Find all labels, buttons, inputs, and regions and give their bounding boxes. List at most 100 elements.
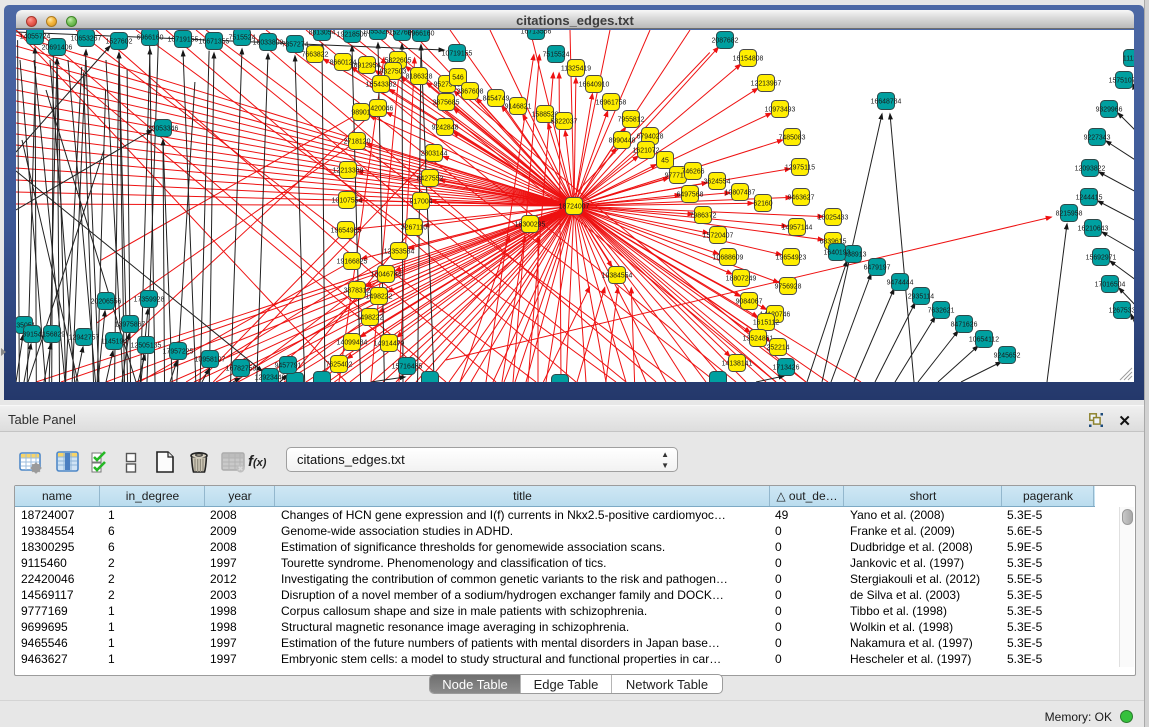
svg-text:15751074: 15751074: [1109, 78, 1134, 85]
svg-text:16210643: 16210643: [1078, 226, 1109, 233]
svg-text:19654923: 19654923: [776, 255, 807, 262]
svg-text:8454749: 8454749: [483, 96, 510, 103]
svg-text:16543382: 16543382: [366, 82, 397, 89]
svg-text:1498222: 1498222: [366, 294, 393, 301]
svg-text:17016504: 17016504: [1095, 282, 1126, 289]
svg-text:12923448: 12923448: [255, 375, 286, 382]
svg-text:7632621: 7632621: [928, 308, 955, 315]
svg-text:7485083: 7485083: [779, 135, 806, 142]
svg-text:19166825: 19166825: [337, 259, 368, 266]
svg-text:9457791: 9457791: [275, 363, 302, 370]
svg-text:45: 45: [661, 158, 669, 165]
svg-text:14055724: 14055724: [20, 34, 51, 41]
svg-text:20206556: 20206556: [91, 299, 122, 306]
svg-text:10107554: 10107554: [332, 198, 363, 205]
svg-text:9329966: 9329966: [1096, 107, 1123, 114]
svg-text:8813054: 8813054: [309, 30, 336, 37]
svg-text:15720407: 15720407: [703, 233, 734, 240]
svg-text:14099484: 14099484: [337, 340, 368, 347]
svg-text:16154808: 16154808: [733, 56, 764, 63]
svg-text:10025433: 10025433: [818, 215, 849, 222]
svg-text:1156829: 1156829: [39, 332, 65, 339]
svg-text:9084067: 9084067: [736, 299, 763, 306]
svg-text:3875685: 3875685: [433, 100, 460, 107]
svg-text:2935114: 2935114: [908, 294, 934, 301]
svg-text:17359928: 17359928: [134, 297, 165, 304]
svg-text:10688609: 10688609: [713, 255, 744, 262]
svg-text:12213389: 12213389: [333, 168, 364, 175]
svg-text:7986372: 7986372: [690, 213, 717, 220]
svg-text:9242848: 9242848: [432, 125, 459, 132]
svg-text:12213967: 12213967: [751, 81, 782, 88]
svg-text:8990448: 8990448: [609, 138, 636, 145]
svg-text:16961758: 16961758: [596, 100, 627, 107]
svg-text:7625402: 7625402: [326, 362, 353, 369]
svg-text:1640193: 1640193: [824, 250, 851, 257]
svg-text:9146821: 9146821: [505, 104, 532, 111]
svg-text:11325419: 11325419: [561, 66, 591, 73]
svg-text:1267533: 1267533: [1109, 308, 1134, 315]
svg-text:6497568: 6497568: [677, 192, 704, 199]
svg-text:11125: 11125: [1123, 56, 1134, 63]
svg-text:14914479: 14914479: [374, 341, 405, 348]
svg-text:17957225: 17957225: [163, 349, 194, 356]
svg-text:19384554: 19384554: [602, 273, 633, 280]
svg-text:7357274: 7357274: [282, 42, 309, 49]
svg-text:10719155: 10719155: [442, 51, 473, 58]
svg-text:9463627: 9463627: [788, 195, 815, 202]
svg-text:6966160: 6966160: [408, 31, 435, 38]
svg-text:13524861: 13524861: [743, 336, 774, 343]
svg-text:16033809: 16033809: [253, 40, 284, 47]
svg-text:2803144: 2803144: [421, 151, 448, 158]
svg-text:2367608: 2367608: [457, 89, 484, 96]
svg-text:20691406: 20691406: [42, 45, 73, 52]
svg-text:7663822: 7663822: [302, 52, 329, 59]
svg-text:12942757: 12942757: [69, 335, 100, 342]
svg-text:12975115: 12975115: [785, 165, 815, 172]
svg-text:917004: 917004: [410, 199, 433, 206]
svg-text:10719155: 10719155: [168, 37, 199, 44]
svg-text:14957144: 14957144: [782, 225, 813, 232]
svg-text:12093822: 12093822: [1075, 166, 1106, 173]
svg-text:16671355: 16671355: [199, 39, 230, 46]
svg-text:7515524: 7515524: [543, 52, 570, 59]
svg-text:13975867: 13975867: [115, 322, 146, 329]
svg-text:3624554: 3624554: [704, 179, 731, 186]
svg-text:29053346: 29053346: [148, 126, 179, 133]
svg-text:16782759: 16782759: [226, 366, 257, 373]
svg-text:10654112: 10654112: [969, 337, 999, 344]
svg-text:546: 546: [452, 75, 464, 82]
svg-text:9327503: 9327503: [380, 69, 407, 76]
svg-text:1498222: 1498222: [357, 315, 384, 322]
svg-text:15716485: 15716485: [392, 364, 423, 371]
svg-text:1145194: 1145194: [101, 339, 127, 346]
svg-text:8660124: 8660124: [330, 60, 357, 67]
svg-text:19654985: 19654985: [331, 228, 362, 235]
svg-text:1713426: 1713426: [773, 365, 800, 372]
svg-text:1621072: 1621072: [633, 148, 660, 155]
svg-text:6479197: 6479197: [864, 265, 891, 272]
svg-text:10807487: 10807487: [725, 190, 756, 197]
svg-text:7955812: 7955812: [618, 117, 645, 124]
svg-text:10973493: 10973493: [765, 107, 796, 114]
svg-text:3267110: 3267110: [401, 225, 427, 232]
svg-text:16713556: 16713556: [521, 30, 552, 36]
svg-text:2087682: 2087682: [712, 38, 739, 45]
svg-text:8912954: 8912954: [354, 63, 381, 70]
svg-text:9756928: 9756928: [775, 284, 802, 291]
svg-text:2718120: 2718120: [344, 139, 371, 146]
svg-text:9474444: 9474444: [887, 280, 914, 287]
svg-text:1615112: 1615112: [753, 320, 779, 327]
svg-text:18807249: 18807249: [726, 276, 757, 283]
svg-text:6966160: 6966160: [137, 35, 164, 42]
svg-text:9227343: 9227343: [1084, 135, 1111, 142]
svg-text:98901: 98901: [351, 110, 370, 117]
svg-text:6794028: 6794028: [637, 134, 664, 141]
svg-text:12505135: 12505135: [131, 343, 162, 350]
svg-text:8186328: 8186328: [406, 74, 433, 81]
svg-text:10958107: 10958107: [195, 357, 226, 364]
svg-text:10653267: 10653267: [71, 36, 102, 43]
svg-text:14138141: 14138141: [722, 361, 753, 368]
svg-text:1244415: 1244415: [1076, 195, 1103, 202]
svg-text:18724007: 18724007: [559, 204, 590, 211]
